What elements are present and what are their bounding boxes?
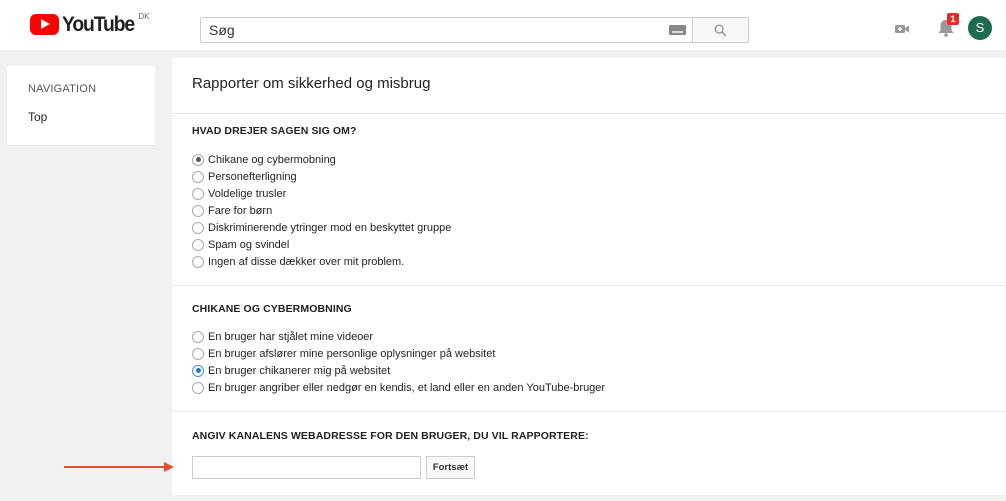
continue-button[interactable]: Fortsæt [426, 456, 475, 479]
radio-option-spam-scams[interactable]: Spam og svindel [192, 236, 451, 253]
radio-option-stolen-videos[interactable]: En bruger har stjålet mine videoer [192, 328, 605, 345]
report-panel: Rapporter om sikkerhed og misbrug HVAD D… [172, 58, 1006, 495]
notification-badge: 1 [947, 13, 959, 25]
radio-button[interactable] [192, 153, 204, 166]
radio-button[interactable] [192, 364, 204, 377]
radio-label: Diskriminerende ytringer mod en beskytte… [208, 221, 452, 234]
radio-button[interactable] [192, 347, 204, 360]
top-bar: YouTube DK 1 S [0, 0, 1006, 50]
annotation-arrow-head [164, 462, 174, 472]
radio-label: En bruger afslører mine personlige oplys… [208, 347, 496, 360]
radio-option-attacking-others[interactable]: En bruger angriber eller nedgør en kendi… [192, 379, 605, 396]
keyboard-icon[interactable] [669, 25, 686, 35]
channel-url-input[interactable] [192, 456, 421, 479]
sidebar-item-top[interactable]: Top [28, 110, 47, 124]
annotation-arrow-line [64, 466, 166, 468]
radio-option-harassing-me[interactable]: En bruger chikanerer mig på websitet [192, 362, 605, 379]
sidebar-heading: NAVIGATION [28, 83, 97, 95]
radio-option-hate-speech[interactable]: Diskriminerende ytringer mod en beskytte… [192, 219, 451, 236]
radio-label: Ingen af disse dækker over mit problem. [208, 255, 405, 268]
radio-button[interactable] [192, 238, 204, 251]
radio-label: En bruger har stjålet mine videoer [208, 330, 374, 343]
radio-option-violent-threats[interactable]: Voldelige trusler [192, 185, 451, 202]
search-button[interactable] [692, 17, 749, 43]
radio-label: Personefterligning [208, 170, 297, 183]
divider [172, 411, 1006, 412]
radio-option-harassment[interactable]: Chikane og cybermobning [192, 151, 451, 168]
radio-button[interactable] [192, 170, 204, 183]
logo-text: YouTube [62, 13, 135, 36]
issue-type-heading: HVAD DREJER SAGEN SIG OM? [192, 125, 357, 137]
radio-label: Voldelige trusler [208, 187, 287, 200]
youtube-logo[interactable]: YouTube DK [30, 12, 150, 36]
divider [172, 113, 1006, 114]
search-bar [200, 17, 749, 43]
harassment-heading: CHIKANE OG CYBERMOBNING [192, 303, 352, 315]
radio-option-personal-info[interactable]: En bruger afslører mine personlige oplys… [192, 345, 605, 362]
radio-label: En bruger chikanerer mig på websitet [208, 364, 391, 377]
radio-button[interactable] [192, 187, 204, 200]
radio-option-child-endangerment[interactable]: Fare for børn [192, 202, 451, 219]
radio-option-none[interactable]: Ingen af disse dækker over mit problem. [192, 253, 451, 270]
avatar[interactable]: S [968, 16, 992, 40]
radio-button[interactable] [192, 221, 204, 234]
radio-option-impersonation[interactable]: Personefterligning [192, 168, 451, 185]
radio-label: Chikane og cybermobning [208, 153, 336, 166]
harassment-options: En bruger har stjålet mine videoer En br… [192, 328, 605, 396]
youtube-play-icon [30, 14, 59, 35]
radio-button[interactable] [192, 204, 204, 217]
search-input[interactable] [200, 17, 692, 43]
sidebar: NAVIGATION Top [7, 66, 155, 146]
page-title: Rapporter om sikkerhed og misbrug [192, 75, 431, 92]
divider [172, 285, 1006, 286]
create-video-icon[interactable] [894, 21, 910, 37]
search-icon [714, 24, 727, 36]
radio-button[interactable] [192, 381, 204, 394]
radio-button[interactable] [192, 255, 204, 268]
radio-label: Spam og svindel [208, 238, 290, 251]
issue-type-options: Chikane og cybermobning Personefterligni… [192, 151, 451, 270]
radio-label: Fare for børn [208, 204, 273, 217]
logo-country-code: DK [138, 12, 150, 21]
radio-label: En bruger angriber eller nedgør en kendi… [208, 381, 606, 394]
radio-button[interactable] [192, 330, 204, 343]
channel-url-heading: ANGIV KANALENS WEBADRESSE FOR DEN BRUGER… [192, 430, 589, 442]
